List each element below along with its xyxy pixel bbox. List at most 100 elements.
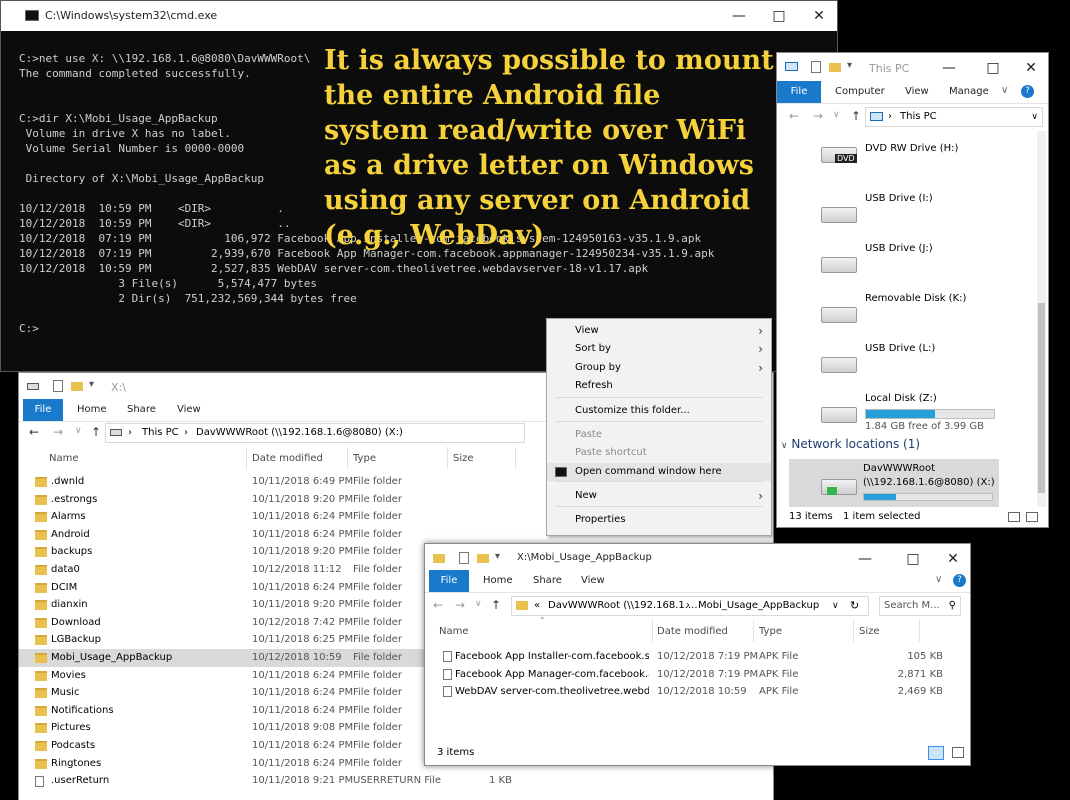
up-arrow-icon[interactable]: ↑ <box>851 109 861 123</box>
column-header-type[interactable]: Type <box>353 453 376 464</box>
tab-share[interactable]: Share <box>127 399 156 421</box>
chevron-down-icon[interactable]: ∨ <box>1031 108 1038 126</box>
chevron-down-icon[interactable]: ▾ <box>89 379 94 390</box>
column-header-date[interactable]: Date modified <box>252 453 323 464</box>
scrollbar-thumb[interactable] <box>1038 303 1045 493</box>
chevron-down-icon[interactable]: ▾ <box>495 551 500 562</box>
breadcrumb-overflow[interactable]: « <box>534 597 540 615</box>
menu-item[interactable]: Group by › <box>547 359 771 377</box>
breadcrumb-this-pc[interactable]: This PC <box>142 424 179 442</box>
folder-icon[interactable] <box>829 63 841 72</box>
tiles-view-icon[interactable] <box>1026 512 1038 522</box>
address-bar[interactable]: › This PC ∨ <box>865 107 1043 127</box>
minimize-button[interactable]: — <box>719 1 759 31</box>
table-row[interactable]: WebDAV server-com.theolivetree.webda... 1… <box>425 683 970 701</box>
chevron-down-icon[interactable]: ∨ <box>75 426 82 436</box>
column-divider[interactable] <box>853 620 854 642</box>
properties-icon[interactable] <box>811 61 821 73</box>
column-header-size[interactable]: Size <box>453 453 474 464</box>
drive-item[interactable]: Removable Disk (K:) <box>817 289 1027 335</box>
expand-ribbon-icon[interactable]: ∨ <box>935 574 942 585</box>
menu-item[interactable]: Refresh <box>547 377 771 395</box>
tab-view[interactable]: View <box>581 570 605 592</box>
column-divider[interactable] <box>919 620 920 642</box>
help-icon[interactable]: ? <box>953 574 966 587</box>
table-row[interactable]: Facebook App Installer-com.facebook.sy..… <box>425 648 970 666</box>
column-header-size[interactable]: Size <box>859 626 880 637</box>
table-row[interactable]: .userReturn 10/11/2018 9:21 PM USERRETURN … <box>19 772 773 790</box>
tiles-view-icon[interactable] <box>952 747 964 758</box>
maximize-button[interactable]: □ <box>759 1 799 31</box>
drive-item[interactable]: USB Drive (L:) <box>817 339 1027 385</box>
breadcrumb-appbackup[interactable]: Mobi_Usage_AppBackup <box>698 597 819 615</box>
forward-arrow-icon[interactable]: → <box>53 425 63 439</box>
tab-file[interactable]: File <box>429 570 469 592</box>
folder-icon[interactable] <box>71 382 83 391</box>
address-bar[interactable]: « DavWWWRoot (\\192.168.1.... › Mobi_Usa… <box>511 596 869 616</box>
drive-item[interactable]: Local Disk (Z:) 1.84 GB free of 3.99 GB <box>817 389 1027 435</box>
address-bar[interactable]: › This PC › DavWWWRoot (\\192.168.1.6@80… <box>105 423 525 443</box>
tab-view[interactable]: View <box>905 81 929 103</box>
forward-arrow-icon[interactable]: → <box>455 598 465 612</box>
drive-item[interactable]: USB Drive (I:) <box>817 189 1027 235</box>
breadcrumb-davwwwroot[interactable]: DavWWWRoot (\\192.168.1.6@8080) (X:) <box>196 424 403 442</box>
breadcrumb-this-pc[interactable]: This PC <box>900 108 937 126</box>
column-divider[interactable] <box>515 447 516 469</box>
breadcrumb-davwwwroot[interactable]: DavWWWRoot (\\192.168.1.... <box>548 597 698 615</box>
chevron-right-icon: › <box>758 342 763 356</box>
menu-item[interactable]: Open command window here <box>547 463 771 481</box>
drive-item[interactable]: USB Drive (J:) <box>817 239 1027 285</box>
refresh-icon[interactable]: ↻ <box>850 597 859 615</box>
network-locations-header[interactable]: ∨ Network locations (1) <box>781 437 920 451</box>
tab-manage[interactable]: Manage <box>949 81 989 103</box>
back-arrow-icon[interactable]: ← <box>29 425 39 439</box>
back-arrow-icon[interactable]: ← <box>789 109 799 123</box>
help-icon[interactable]: ? <box>1021 85 1034 98</box>
network-item-davwwwroot[interactable]: DavWWWRoot (\\192.168.1.6@8080) (X:) <box>789 459 999 507</box>
menu-item[interactable]: New › <box>547 487 771 505</box>
tab-computer[interactable]: Computer <box>835 81 885 103</box>
column-divider[interactable] <box>447 447 448 469</box>
chevron-down-icon[interactable]: ∨ <box>832 597 839 615</box>
properties-icon[interactable] <box>459 552 469 564</box>
expand-ribbon-icon[interactable]: ∨ <box>1001 85 1008 96</box>
tab-view[interactable]: View <box>177 399 201 421</box>
chevron-down-icon[interactable]: ∨ <box>833 110 840 120</box>
column-header-date[interactable]: Date modified <box>657 626 728 637</box>
details-view-icon[interactable] <box>928 746 944 760</box>
column-header-name[interactable]: Name <box>49 453 79 464</box>
table-row[interactable]: Facebook App Manager-com.facebook.a... 10… <box>425 666 970 684</box>
column-divider[interactable] <box>753 620 754 642</box>
column-divider[interactable] <box>347 447 348 469</box>
close-button[interactable]: ✕ <box>1011 53 1048 83</box>
tab-share[interactable]: Share <box>533 570 562 592</box>
menu-item[interactable]: Properties <box>547 511 771 529</box>
chevron-down-icon[interactable]: ▾ <box>847 60 852 71</box>
tab-file[interactable]: File <box>777 81 821 103</box>
menu-item[interactable]: Sort by › <box>547 340 771 358</box>
drive-item[interactable]: DVD DVD RW Drive (H:) <box>817 139 1027 185</box>
close-button[interactable]: ✕ <box>799 1 839 31</box>
menu-item[interactable]: Paste <box>547 426 771 444</box>
minimize-button[interactable]: — <box>929 53 969 83</box>
up-arrow-icon[interactable]: ↑ <box>491 598 501 612</box>
back-arrow-icon[interactable]: ← <box>433 598 443 612</box>
folder-icon[interactable] <box>477 554 489 563</box>
properties-icon[interactable] <box>53 380 63 392</box>
column-header-name[interactable]: Name <box>439 626 469 637</box>
forward-arrow-icon[interactable]: → <box>813 109 823 123</box>
details-view-icon[interactable] <box>1008 512 1020 522</box>
chevron-down-icon[interactable]: ∨ <box>475 599 482 609</box>
menu-item[interactable]: Paste shortcut <box>547 444 771 462</box>
menu-item[interactable]: View › <box>547 322 771 340</box>
maximize-button[interactable]: □ <box>973 53 1013 83</box>
tab-home[interactable]: Home <box>483 570 513 592</box>
tab-file[interactable]: File <box>23 399 63 421</box>
search-input[interactable]: Search M... ⚲ <box>879 596 961 616</box>
menu-item[interactable]: Customize this folder... <box>547 402 771 420</box>
tab-home[interactable]: Home <box>77 399 107 421</box>
column-divider[interactable] <box>246 447 247 469</box>
up-arrow-icon[interactable]: ↑ <box>91 425 101 439</box>
column-header-type[interactable]: Type <box>759 626 782 637</box>
column-divider[interactable] <box>652 620 653 642</box>
